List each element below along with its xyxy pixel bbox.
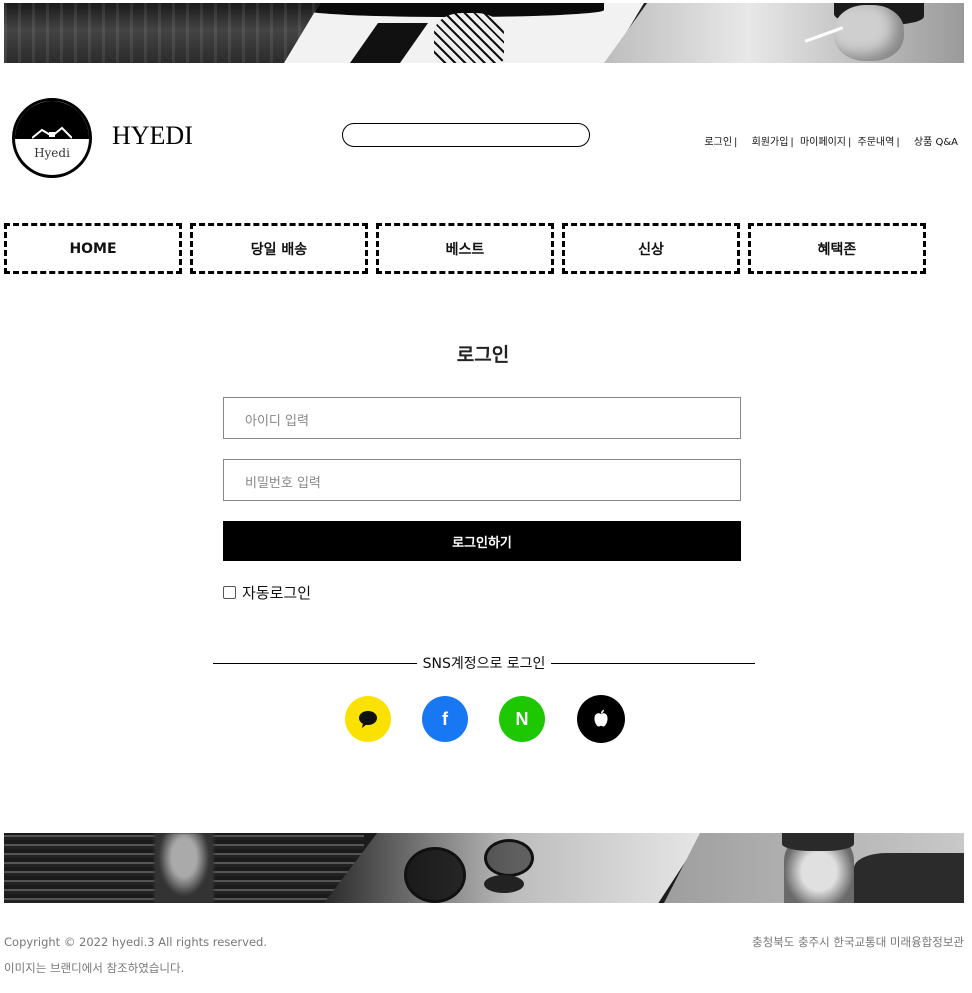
facebook-login-button[interactable]: f (422, 696, 468, 742)
house-roof-icon (32, 126, 72, 139)
login-title: 로그인 (456, 344, 510, 366)
banner-hat-model (284, 3, 644, 63)
util-link-qna[interactable]: 상품 Q&A (914, 137, 958, 148)
nav-item-benefits[interactable]: 혜택존 (748, 223, 926, 274)
util-separator: | (734, 137, 738, 148)
auto-login-checkbox[interactable] (223, 586, 236, 599)
logo-text: Hyedi (34, 146, 70, 160)
divider-line-left (213, 662, 417, 664)
password-input-placeholder: 비밀번호 입력 (245, 476, 321, 491)
util-separator: | (790, 137, 794, 148)
footer-image-notice: 이미지는 브랜디에서 참조하였습니다. (4, 961, 185, 975)
top-banner-image (4, 3, 964, 63)
kakao-login-button[interactable] (345, 696, 391, 742)
util-separator: | (847, 137, 852, 148)
login-button[interactable]: 로그인하기 (223, 521, 741, 561)
site-logo[interactable]: Hyedi (12, 98, 92, 178)
naver-login-button[interactable]: N (499, 696, 545, 742)
id-input-placeholder: 아이디 입력 (245, 414, 309, 429)
main-nav: HOME 당일 배송 베스트 신상 혜택존 (4, 223, 928, 274)
bottom-banner-image (4, 833, 964, 903)
auto-login[interactable]: 자동로그인 (223, 582, 311, 603)
nav-item-home[interactable]: HOME (4, 223, 182, 274)
nav-item-best[interactable]: 베스트 (376, 223, 554, 274)
speech-bubble-icon (359, 711, 377, 728)
util-link-signup[interactable]: 회원가입 (752, 137, 789, 148)
util-link-mypage[interactable]: 마이페이지 (800, 137, 846, 148)
util-link-login[interactable]: 로그인 (704, 137, 732, 148)
util-link-orders[interactable]: 주문내역 (858, 137, 895, 148)
banner-sunglasses-model (324, 833, 704, 903)
apple-login-button[interactable] (577, 695, 625, 743)
sns-divider-label: SNS계정으로 로그인 (422, 656, 546, 672)
sns-divider: SNS계정으로 로그인 (213, 653, 756, 673)
utility-links: 로그인 | 회원가입 | 마이페이지 | 주문내역 | 상품 Q&A (704, 133, 958, 148)
footer-copyright: Copyright © 2022 hyedi.3 All rights rese… (4, 935, 267, 949)
footer-address: 충청북도 충주시 한국교통대 미래융합정보관 (752, 935, 964, 949)
nav-item-new[interactable]: 신상 (562, 223, 740, 274)
password-input[interactable]: 비밀번호 입력 (223, 459, 741, 501)
auto-login-label: 자동로그인 (242, 584, 312, 602)
search-input[interactable] (342, 123, 590, 147)
nav-item-same-day-delivery[interactable]: 당일 배송 (190, 223, 368, 274)
divider-line-right (551, 662, 756, 664)
facebook-icon: f (442, 708, 448, 729)
banner-blurred-street (4, 833, 364, 903)
apple-icon (594, 709, 608, 727)
banner-vintage-couple (604, 3, 964, 63)
site-title[interactable]: HYEDI (112, 121, 193, 151)
util-separator: | (896, 137, 900, 148)
naver-icon: N (515, 708, 529, 729)
banner-male-model (664, 833, 964, 903)
id-input[interactable]: 아이디 입력 (223, 397, 741, 439)
banner-city-night (4, 3, 324, 63)
